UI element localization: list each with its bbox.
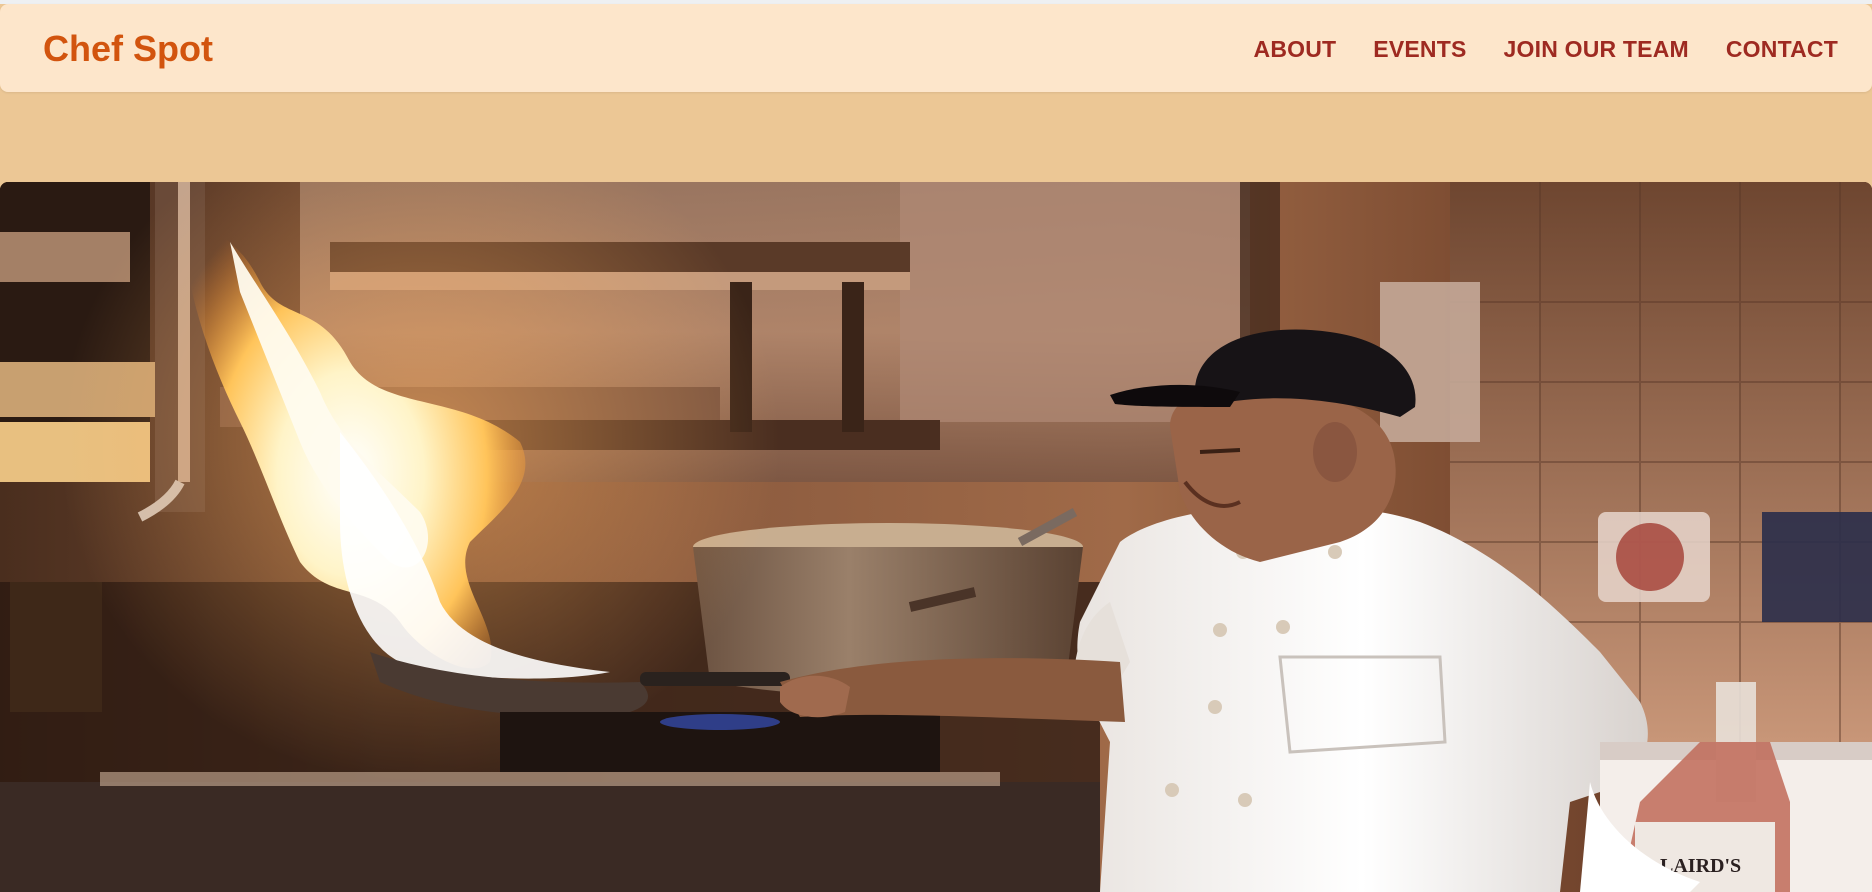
brand-logo-link[interactable]: Chef Spot	[43, 29, 213, 69]
nav-link-join-our-team[interactable]: JOIN OUR TEAM	[1504, 35, 1689, 63]
hero-image: LAIRD'S	[0, 182, 1872, 892]
nav-links: ABOUT EVENTS JOIN OUR TEAM CONTACT	[1254, 35, 1838, 63]
nav-link-about[interactable]: ABOUT	[1254, 35, 1337, 63]
hero-kitchen-illustration: LAIRD'S	[0, 182, 1872, 892]
nav-link-events[interactable]: EVENTS	[1373, 35, 1466, 63]
navbar: Chef Spot ABOUT EVENTS JOIN OUR TEAM CON…	[0, 4, 1872, 92]
nav-link-contact[interactable]: CONTACT	[1726, 35, 1838, 63]
